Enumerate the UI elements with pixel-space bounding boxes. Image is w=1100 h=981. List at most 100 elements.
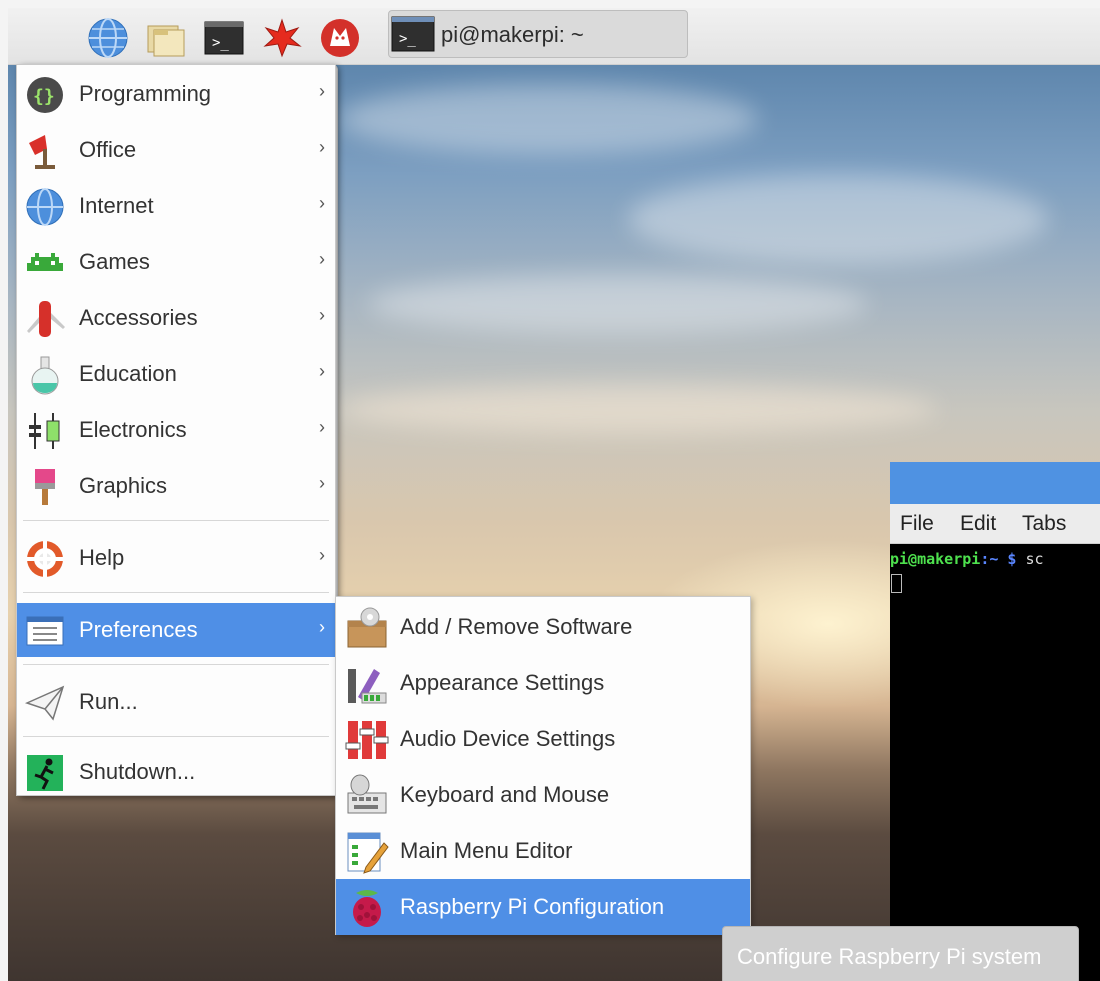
menu-item-label: Preferences [79, 617, 198, 642]
task-title: pi@makerpi: ~ [441, 22, 584, 47]
wolfram-button[interactable] [318, 16, 362, 60]
terminal-icon: >_ [204, 21, 244, 55]
submenu-item-label: Main Menu Editor [400, 838, 573, 863]
run-icon [24, 685, 65, 721]
menu-item-label: Education [79, 361, 177, 386]
menu-item-label: Internet [79, 193, 154, 218]
menu-item-label: Shutdown... [79, 759, 196, 784]
submenu-item-add-remove-software[interactable]: Add / Remove Software [336, 599, 750, 655]
menu-separator [23, 520, 329, 521]
shutdown-icon [27, 755, 63, 791]
web-browser-icon [88, 18, 128, 58]
cloud [338, 384, 938, 434]
prompt-command: sc [1025, 550, 1044, 568]
menu-item-label: Run... [79, 689, 138, 714]
menu-item-label: Games [79, 249, 150, 274]
terminal-prompt: pi@makerpi:~ $ sc [890, 550, 1044, 568]
chevron-right-icon: › [319, 305, 325, 325]
file-manager-button[interactable] [144, 16, 188, 60]
submenu-item-main-menu-editor[interactable]: Main Menu Editor [336, 823, 750, 879]
chevron-right-icon: › [319, 137, 325, 157]
terminal-icon: >_ [391, 16, 435, 52]
terminal-window[interactable]: File Edit Tabs pi@makerpi:~ $ sc [890, 462, 1100, 981]
chevron-right-icon: › [319, 361, 325, 381]
chevron-right-icon: › [319, 545, 325, 565]
internet-icon [26, 188, 64, 226]
terminal-menu-edit[interactable]: Edit [960, 512, 996, 536]
menu-item-office[interactable]: Office › [17, 123, 335, 177]
audio-mixer-icon [345, 721, 389, 759]
taskbar-terminal-task[interactable]: >_ pi@makerpi: ~ [388, 10, 688, 58]
submenu-item-label: Audio Device Settings [400, 726, 616, 751]
prompt-user: pi@makerpi [890, 550, 981, 568]
submenu-item-label: Raspberry Pi Configuration [400, 894, 665, 919]
file-manager-icon [147, 25, 185, 57]
education-icon [31, 356, 59, 395]
submenu-item-appearance-settings[interactable]: Appearance Settings [336, 655, 750, 711]
chevron-right-icon: › [319, 249, 325, 269]
submenu-item-raspberry-pi-configuration[interactable]: Raspberry Pi Configuration [336, 879, 750, 935]
terminal-cursor [891, 574, 902, 593]
cloud [338, 84, 758, 154]
raspberry-icon [353, 890, 381, 927]
mathematica-button[interactable] [260, 16, 304, 60]
main-menu: {} Programming › Office › Internet › Gam… [16, 64, 336, 796]
office-icon [29, 135, 55, 169]
games-icon [27, 253, 63, 271]
menu-item-electronics[interactable]: Electronics › [17, 403, 335, 457]
submenu-item-keyboard-and-mouse[interactable]: Keyboard and Mouse [336, 767, 750, 823]
menu-item-label: Accessories [79, 305, 198, 330]
help-icon [27, 541, 63, 577]
terminal-menu-file[interactable]: File [900, 512, 934, 536]
menu-item-label: Graphics [79, 473, 168, 498]
accessories-icon [27, 301, 65, 337]
wolfram-icon [321, 19, 359, 57]
programming-icon: {} [27, 77, 63, 113]
menu-item-help[interactable]: Help › [17, 531, 335, 585]
package-icon [347, 607, 387, 648]
terminal-menubar: File Edit Tabs [890, 504, 1100, 544]
menu-item-games[interactable]: Games › [17, 235, 335, 289]
web-browser-button[interactable] [86, 16, 130, 60]
menu-item-graphics[interactable]: Graphics › [17, 459, 335, 513]
menu-item-shutdown[interactable]: Shutdown... [17, 745, 335, 799]
chevron-right-icon: › [319, 617, 325, 637]
chevron-right-icon: › [319, 81, 325, 101]
menu-separator [23, 736, 329, 737]
menu-item-internet[interactable]: Internet › [17, 179, 335, 233]
chevron-right-icon: › [319, 193, 325, 213]
prompt-symbol: $ [1007, 550, 1017, 568]
menu-item-preferences[interactable]: Preferences › [17, 603, 335, 657]
menu-editor-icon [347, 832, 389, 874]
submenu-item-label: Appearance Settings [400, 670, 605, 695]
menu-item-programming[interactable]: {} Programming › [17, 67, 335, 121]
chevron-right-icon: › [319, 473, 325, 493]
chevron-right-icon: › [319, 417, 325, 437]
menu-separator [23, 592, 329, 593]
submenu-item-label: Keyboard and Mouse [400, 782, 610, 807]
menu-item-label: Programming [79, 81, 212, 106]
menu-item-run[interactable]: Run... [17, 675, 335, 729]
svg-text:>_: >_ [212, 35, 229, 51]
preferences-icon [26, 616, 64, 646]
terminal-menu-tabs[interactable]: Tabs [1022, 512, 1066, 536]
preferences-submenu: Add / Remove Software Appearance Setting… [335, 596, 751, 935]
prompt-path: :~ [980, 550, 999, 568]
mathematica-icon [263, 18, 302, 58]
menu-item-label: Office [79, 137, 137, 162]
menu-item-label: Electronics [79, 417, 187, 442]
electronics-icon [29, 413, 60, 449]
menu-item-education[interactable]: Education › [17, 347, 335, 401]
screen: >_ >_ pi@makerpi: ~ File Edit Tabs pi@ma… [8, 8, 1100, 981]
graphics-icon [35, 469, 55, 505]
terminal-titlebar[interactable] [890, 462, 1100, 504]
menu-separator [23, 664, 329, 665]
keyboard-mouse-icon [347, 774, 387, 814]
menu-item-label: Help [79, 545, 125, 570]
submenu-item-audio-device-settings[interactable]: Audio Device Settings [336, 711, 750, 767]
menu-item-accessories[interactable]: Accessories › [17, 291, 335, 345]
cloud [368, 274, 868, 334]
appearance-icon [348, 669, 387, 704]
terminal-button[interactable]: >_ [202, 16, 246, 60]
taskbar: >_ >_ pi@makerpi: ~ [8, 8, 1100, 796]
